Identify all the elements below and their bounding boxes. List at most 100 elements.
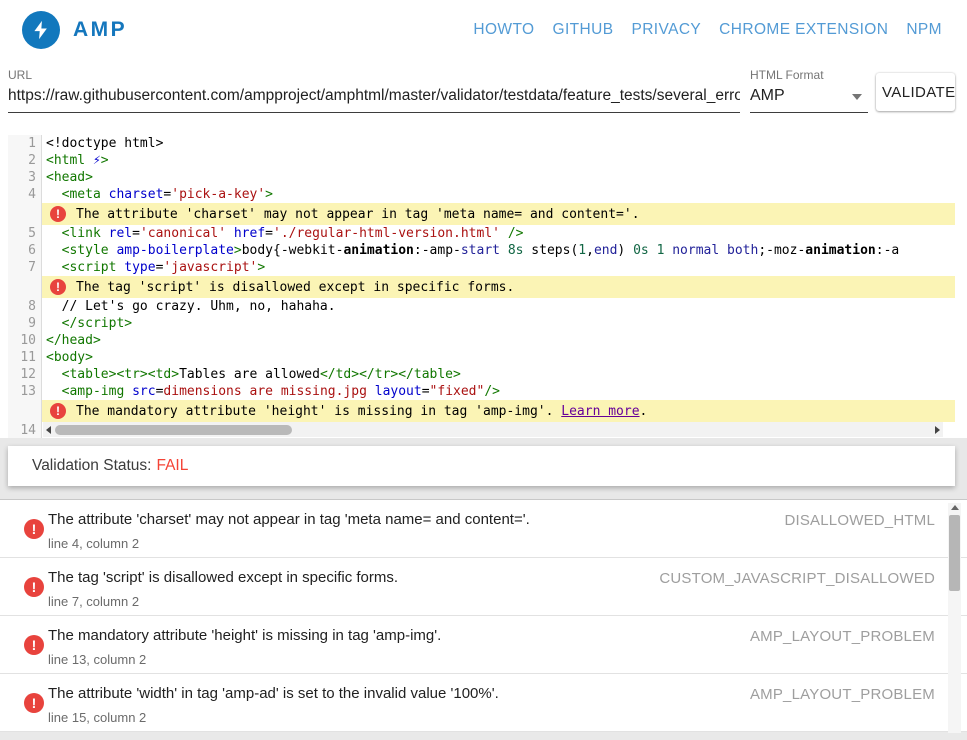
- code-text: <link rel='canonical' href='./regular-ht…: [42, 225, 955, 242]
- code-token: "fixed": [430, 384, 485, 399]
- inline-error-row: !The attribute 'charset' may not appear …: [8, 203, 955, 225]
- code-token: start: [461, 243, 500, 258]
- code-token: />: [508, 226, 524, 241]
- code-token: 0s: [633, 243, 649, 258]
- inline-error-text: The tag 'script' is disallowed except in…: [76, 280, 514, 295]
- validate-button[interactable]: VALIDATE: [876, 73, 955, 111]
- learn-more-link[interactable]: Learn more: [561, 404, 639, 419]
- line-number: 12: [8, 366, 42, 383]
- result-row[interactable]: !The mandatory attribute 'height' is mis…: [0, 616, 967, 674]
- code-text: <meta charset='pick-a-key'>: [42, 186, 955, 203]
- line-number: 13: [8, 383, 42, 400]
- code-line: 11<body>: [8, 349, 955, 366]
- line-number: 9: [8, 315, 42, 332]
- result-row[interactable]: !The attribute 'width' in tag 'amp-ad' i…: [0, 674, 967, 732]
- code-text: <body>: [42, 349, 955, 366]
- code-token: Tables are allowed: [179, 367, 320, 382]
- code-token: [46, 260, 62, 275]
- code-token: <link: [62, 226, 101, 241]
- result-message: The mandatory attribute 'height' is miss…: [48, 627, 441, 644]
- result-error-code: AMP_LAYOUT_PROBLEM: [750, 686, 935, 703]
- result-row[interactable]: !The attribute 'charset' may not appear …: [0, 500, 967, 558]
- nav-link-privacy[interactable]: PRIVACY: [631, 21, 701, 39]
- code-token: body{-webkit-: [242, 243, 344, 258]
- code-editor[interactable]: 1<!doctype html>2<html ⚡>3<head>4 <meta …: [8, 135, 955, 438]
- gutter-cell: [8, 276, 42, 298]
- code-text: <head>: [42, 169, 955, 186]
- code-token: =: [265, 226, 273, 241]
- code-token: -a: [884, 243, 900, 258]
- code-token: src: [132, 384, 155, 399]
- code-token: [124, 384, 132, 399]
- code-line: 12 <table><tr><td>Tables are allowed</td…: [8, 366, 955, 383]
- vertical-scroll-thumb[interactable]: [949, 515, 960, 591]
- line-number: 5: [8, 225, 42, 242]
- gutter-cell: [8, 203, 42, 225]
- horizontal-scroll-thumb[interactable]: [55, 425, 292, 435]
- code-token: <meta: [62, 187, 101, 202]
- code-token: both: [727, 243, 758, 258]
- result-location: line 7, column 2: [48, 594, 139, 609]
- error-icon: !: [24, 635, 44, 655]
- html-format-select[interactable]: HTML Format AMP: [750, 68, 868, 113]
- code-text: // Let's go crazy. Uhm, no, hahaha.: [42, 298, 955, 315]
- code-token: 'canonical': [140, 226, 226, 241]
- validation-status-label: Validation Status:: [32, 457, 151, 475]
- nav-link-npm[interactable]: NPM: [906, 21, 942, 39]
- line-number: 14: [8, 422, 42, 438]
- code-token: 1: [578, 243, 586, 258]
- nav-link-chrome-extension[interactable]: CHROME EXTENSION: [719, 21, 888, 39]
- amp-logo[interactable]: AMP: [22, 11, 127, 49]
- code-text: <script type='javascript'>: [42, 259, 955, 276]
- error-icon: !: [24, 577, 44, 597]
- line-number: 1: [8, 135, 42, 152]
- lightning-icon: [22, 11, 60, 49]
- code-line: 6 <style amp-boilerplate>body{-webkit-an…: [8, 242, 955, 259]
- code-line: 8 // Let's go crazy. Uhm, no, hahaha.: [8, 298, 955, 315]
- code-token: dimensions are missing.jpg: [163, 384, 367, 399]
- code-line: 5 <link rel='canonical' href='./regular-…: [8, 225, 955, 242]
- code-text: <html ⚡>: [42, 152, 955, 169]
- result-error-code: AMP_LAYOUT_PROBLEM: [750, 628, 935, 645]
- result-location: line 15, column 2: [48, 710, 146, 725]
- error-icon: !: [50, 403, 66, 419]
- scroll-up-icon[interactable]: [951, 505, 959, 510]
- result-row[interactable]: !The tag 'script' is disallowed except i…: [0, 558, 967, 616]
- vertical-scrollbar[interactable]: [948, 503, 961, 733]
- code-token: ): [617, 243, 633, 258]
- url-value[interactable]: https://raw.githubusercontent.com/amppro…: [8, 87, 740, 105]
- code-token: animation: [805, 243, 875, 258]
- code-token: end: [594, 243, 617, 258]
- error-icon: !: [50, 206, 66, 222]
- line-number: 8: [8, 298, 42, 315]
- chevron-down-icon[interactable]: [852, 94, 862, 100]
- result-message: The tag 'script' is disallowed except in…: [48, 569, 398, 586]
- code-token: <script: [62, 260, 117, 275]
- code-token: layout: [375, 384, 422, 399]
- code-token: [367, 384, 375, 399]
- horizontal-scrollbar[interactable]: [43, 422, 943, 437]
- scroll-right-icon[interactable]: [935, 426, 940, 434]
- code-token: <html: [46, 153, 85, 168]
- html-format-label: HTML Format: [750, 68, 868, 82]
- code-token: 'pick-a-key': [171, 187, 265, 202]
- code-token: amp-boilerplate: [116, 243, 233, 258]
- code-token: />: [484, 384, 500, 399]
- error-icon: !: [50, 279, 66, 295]
- code-token: -amp-: [422, 243, 461, 258]
- code-token: <!doctype html>: [46, 136, 163, 151]
- line-number: 11: [8, 349, 42, 366]
- inline-error-body: !The attribute 'charset' may not appear …: [42, 203, 955, 225]
- code-token: normal: [672, 243, 719, 258]
- horizontal-scroll-track[interactable]: [51, 422, 935, 437]
- top-section: AMP HOWTO GITHUB PRIVACY CHROME EXTENSION NP…: [0, 0, 967, 438]
- results-footer: [0, 732, 967, 740]
- code-line: 13 <amp-img src=dimensions are missing.j…: [8, 383, 955, 400]
- code-token: <table><tr><td>: [62, 367, 179, 382]
- nav-link-howto[interactable]: HOWTO: [473, 21, 534, 39]
- nav-link-github[interactable]: GITHUB: [553, 21, 614, 39]
- code-token: [46, 384, 62, 399]
- code-token: [500, 226, 508, 241]
- validation-status-bar: Validation Status: FAIL: [8, 446, 955, 486]
- url-input[interactable]: URL https://raw.githubusercontent.com/am…: [8, 68, 740, 113]
